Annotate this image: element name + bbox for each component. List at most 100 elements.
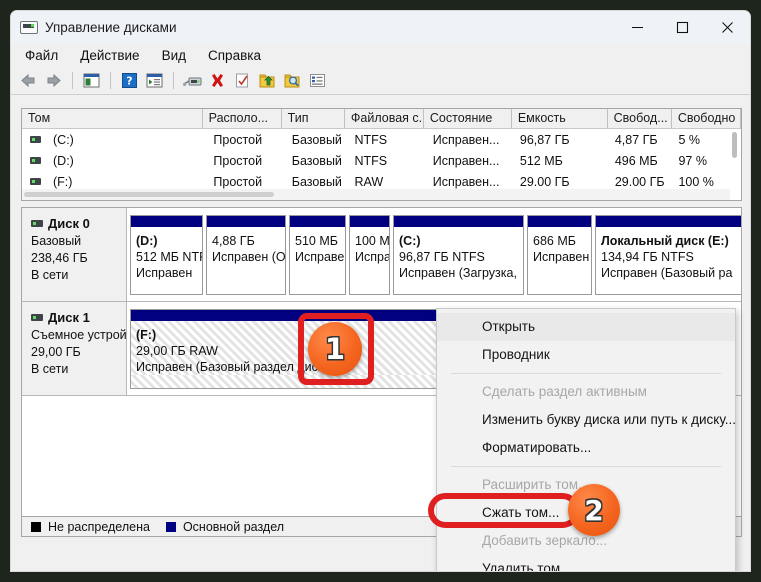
forward-arrow-icon[interactable] (42, 69, 65, 92)
menu-view[interactable]: Вид (162, 48, 186, 63)
back-arrow-icon[interactable] (17, 69, 40, 92)
disk-state-1: В сети (31, 362, 69, 376)
cell-layout: Простой (213, 174, 263, 189)
minimize-icon[interactable] (615, 11, 660, 43)
cell-volume: (F:) (53, 174, 73, 189)
volume-icon (30, 157, 41, 164)
column-header-free[interactable]: Свобод... (608, 109, 672, 128)
column-header-free-percent[interactable]: Свободно (672, 109, 741, 128)
disk-name-0: Диск 0 (31, 216, 126, 231)
cell-free: 496 МБ (614, 153, 658, 168)
column-header-layout[interactable]: Располо... (203, 109, 282, 128)
detail-view-icon[interactable] (306, 69, 329, 92)
connect-to-another-computer-icon[interactable] (181, 69, 204, 92)
partition-status: Исправен (533, 250, 590, 264)
cell-type: Базовый (291, 153, 342, 168)
partition-block[interactable]: 686 МБ Исправен (527, 215, 592, 295)
partition-block[interactable]: Локальный диск (E:) 134,94 ГБ NTFS Испра… (595, 215, 741, 295)
maximize-icon[interactable] (660, 11, 705, 43)
cell-capacity: 96,87 ГБ (519, 132, 570, 147)
toolbar-separator (72, 72, 73, 89)
cell-volume: (D:) (53, 153, 74, 168)
partition-block[interactable]: (C:) 96,87 ГБ NTFS Исправен (Загрузка, (393, 215, 524, 295)
help-icon[interactable]: ? (118, 69, 141, 92)
column-header-volume[interactable]: Том (22, 109, 203, 128)
partition-label: (C:) (399, 234, 421, 248)
menu-item-change-letter[interactable]: Изменить букву диска или путь к диску... (437, 406, 736, 434)
volume-icon (30, 136, 41, 143)
close-icon[interactable] (705, 11, 750, 43)
menu-item-format[interactable]: Форматировать... (437, 434, 735, 462)
partition-block[interactable]: (D:) 512 МБ NTFS Исправен (130, 215, 203, 295)
partition-size: 4,88 ГБ (212, 234, 255, 248)
partition-size: 100 МБ (355, 234, 389, 248)
legend-label-primary: Основной раздел (182, 519, 285, 534)
partition-label: Локальный диск (E:) (601, 234, 729, 248)
disk-info-1[interactable]: Диск 1 Съемное устрой 29,00 ГБ В сети (22, 302, 127, 395)
show-action-pane-icon[interactable] (143, 69, 166, 92)
partition-strip-0: (D:) 512 МБ NTFS Исправен 4,88 ГБ Исправ… (127, 208, 741, 301)
partition-status: Исправен (Загрузка, (399, 266, 517, 280)
title-bar: Управление дисками (11, 11, 750, 43)
cell-free: 29.00 ГБ (614, 174, 665, 189)
disk-info-0[interactable]: Диск 0 Базовый 238,46 ГБ В сети (22, 208, 127, 301)
partition-label: (D:) (136, 234, 158, 248)
toolbar-separator (173, 72, 174, 89)
partition-status: Испра (355, 250, 389, 264)
menu-action[interactable]: Действие (80, 48, 139, 63)
cell-filesystem: NTFS (354, 132, 388, 147)
menu-item-delete-volume[interactable]: Удалить том... (437, 555, 735, 571)
annotation-highlight-delete-volume (428, 493, 580, 528)
volume-list-header: Том Располо... Тип Файловая с... Состоян… (22, 109, 741, 129)
cell-type: Базовый (291, 174, 342, 189)
menu-separator (451, 373, 721, 374)
export-list-icon[interactable] (256, 69, 279, 92)
table-row[interactable]: (C:) Простой Базовый NTFS Исправен... 96… (22, 129, 741, 150)
disk-icon (31, 314, 43, 321)
svg-text:?: ? (126, 75, 132, 88)
annotation-badge-1: 1 (308, 322, 362, 376)
menu-item-open[interactable]: Открыть (437, 313, 735, 341)
partition-size: 134,94 ГБ NTFS (601, 250, 694, 264)
partition-block[interactable]: 510 МБ Исправен (289, 215, 346, 295)
menu-item-explorer[interactable]: Проводник (437, 341, 735, 369)
disk-type-0: Базовый (31, 234, 82, 248)
cell-volume: (C:) (53, 132, 74, 147)
show-hide-console-tree-icon[interactable] (80, 69, 103, 92)
cell-status: Исправен... (432, 132, 500, 147)
volume-list: Том Располо... Тип Файловая с... Состоян… (21, 108, 742, 201)
cell-capacity: 29.00 ГБ (519, 174, 570, 189)
column-header-capacity[interactable]: Емкость (512, 109, 608, 128)
legend-swatch-primary (165, 521, 176, 532)
disk-state-0: В сети (31, 268, 69, 282)
column-header-filesystem[interactable]: Файловая с... (345, 109, 424, 128)
cell-layout: Простой (213, 132, 263, 147)
partition-block[interactable]: 4,88 ГБ Исправен (Осн (206, 215, 286, 295)
menu-bar: Файл Действие Вид Справка (11, 43, 750, 67)
partition-block[interactable]: 100 МБ Испра (349, 215, 390, 295)
toolbar-separator (110, 72, 111, 89)
properties-icon[interactable] (231, 69, 254, 92)
menu-item-mark-active: Сделать раздел активным (482, 384, 647, 399)
cell-filesystem: NTFS (354, 153, 388, 168)
toolbar: ? (11, 67, 750, 95)
volume-icon (30, 178, 41, 185)
disk-management-icon (20, 20, 38, 35)
column-header-status[interactable]: Состояние (424, 109, 512, 128)
cell-status: Исправен... (432, 174, 500, 189)
legend-swatch-unallocated (31, 521, 41, 532)
delete-icon[interactable] (206, 69, 229, 92)
disk-row-0: Диск 0 Базовый 238,46 ГБ В сети (D:) 512… (22, 208, 741, 302)
menu-file[interactable]: Файл (25, 48, 58, 63)
partition-status: Исправен (Базовый ра (601, 266, 733, 280)
disk-size-1: 29,00 ГБ (31, 345, 81, 359)
disk-management-window: Управление дисками Файл Действие Вид Спр… (10, 10, 751, 572)
search-icon[interactable] (281, 69, 304, 92)
volume-list-horizontal-scrollbar[interactable] (22, 189, 730, 200)
partition-size: 510 МБ (295, 234, 338, 248)
partition-size: 686 МБ (533, 234, 576, 248)
column-header-type[interactable]: Тип (282, 109, 345, 128)
disk-name-1: Диск 1 (31, 310, 126, 325)
table-row[interactable]: (D:) Простой Базовый NTFS Исправен... 51… (22, 150, 741, 171)
menu-help[interactable]: Справка (208, 48, 261, 63)
